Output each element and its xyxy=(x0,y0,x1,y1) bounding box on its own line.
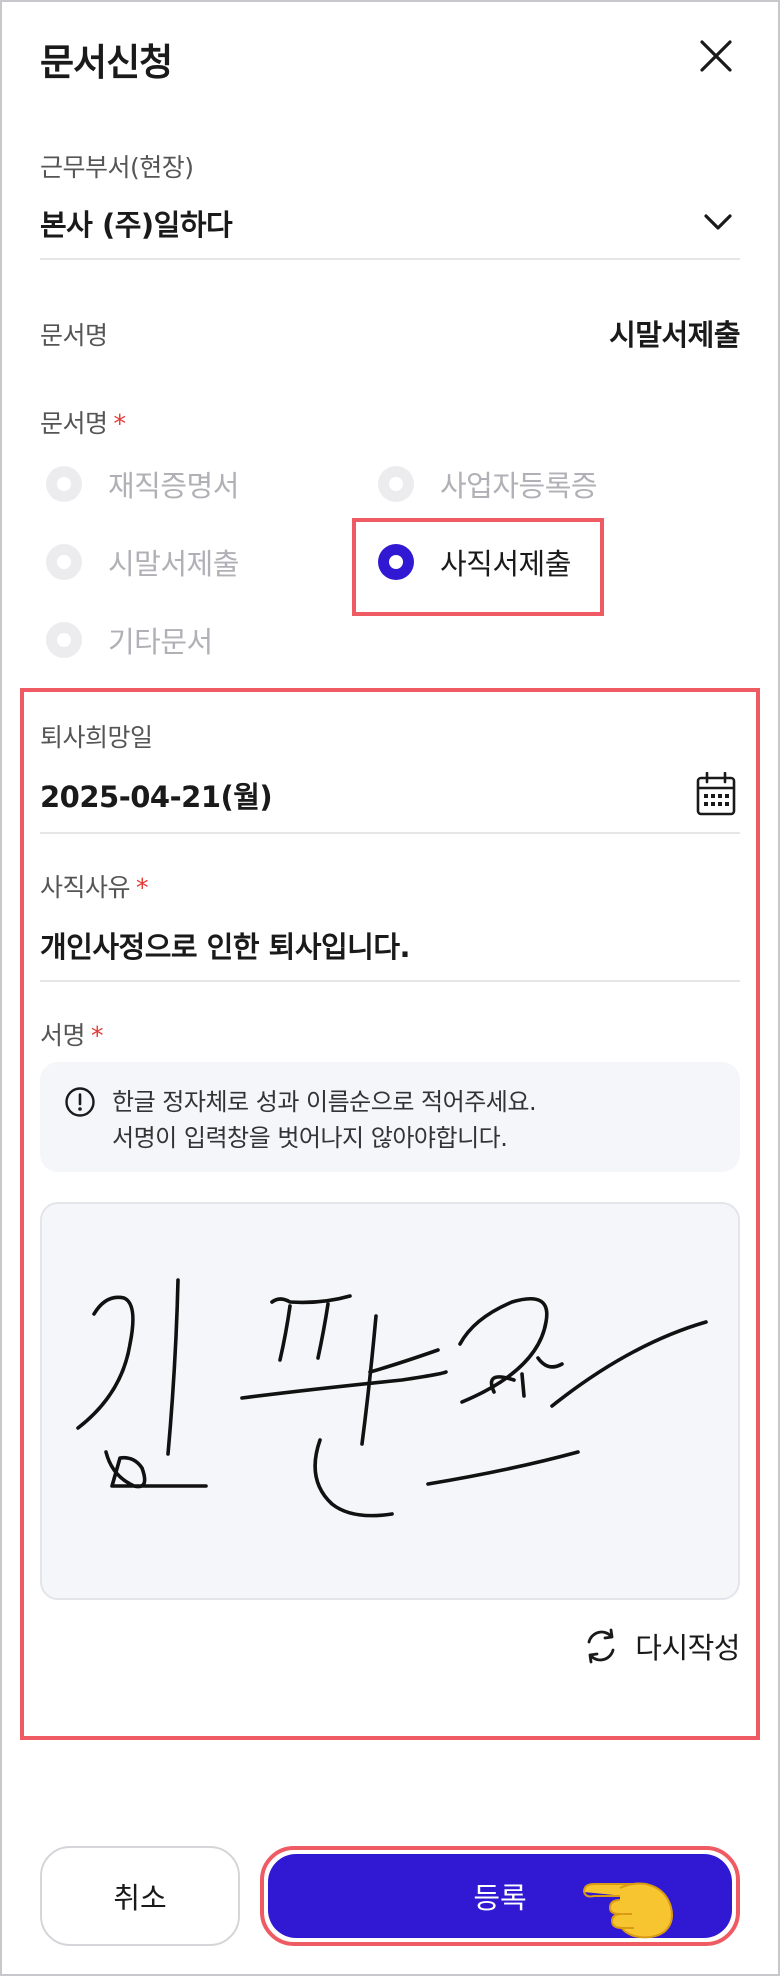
page-title: 문서신청 xyxy=(40,41,173,84)
doc-summary-label: 문서명 xyxy=(40,321,108,350)
radio-dot xyxy=(46,544,82,580)
radio-dot xyxy=(46,622,82,658)
doc-type-label: 문서명 * xyxy=(40,404,126,440)
divider xyxy=(40,258,740,260)
close-icon[interactable] xyxy=(694,34,738,78)
calendar-icon[interactable] xyxy=(696,772,736,816)
info-icon xyxy=(65,1087,95,1117)
radio-dot xyxy=(46,466,82,502)
radio-option-business-reg[interactable]: 사업자등록증 xyxy=(378,456,598,512)
required-mark: * xyxy=(91,1021,104,1050)
hint-line-2: 서명이 입력창을 벗어나지 않아야합니다. xyxy=(112,1124,508,1152)
department-value: 본사 (주)일하다 xyxy=(40,208,233,242)
resignation-date-value[interactable]: 2025-04-21(월) xyxy=(40,774,273,816)
radio-option-resignation[interactable]: 사직서제출 xyxy=(378,534,571,590)
radio-label: 재직증명서 xyxy=(108,469,239,503)
radio-dot xyxy=(378,466,414,502)
signature-label-text: 서명 xyxy=(40,1021,86,1050)
submit-highlight: 등록 xyxy=(260,1846,740,1946)
hint-line-1: 한글 정자체로 성과 이름순으로 적어주세요. xyxy=(112,1088,537,1116)
radio-label: 사업자등록증 xyxy=(440,469,598,503)
signature-drawing xyxy=(76,1278,708,1518)
radio-option-other[interactable]: 기타문서 xyxy=(46,612,213,668)
reason-input[interactable]: 개인사정으로 인한 퇴사입니다. xyxy=(40,924,411,966)
doc-type-label-text: 문서명 xyxy=(40,409,108,438)
radio-label: 시말서제출 xyxy=(108,547,239,581)
radio-option-incident-report[interactable]: 시말서제출 xyxy=(46,534,239,590)
signature-hint-box: 한글 정자체로 성과 이름순으로 적어주세요. 서명이 입력창을 벗어나지 않아… xyxy=(40,1062,740,1172)
radio-label: 기타문서 xyxy=(108,625,213,659)
radio-label: 사직서제출 xyxy=(440,547,571,581)
refresh-icon xyxy=(587,1628,615,1664)
reason-label-text: 사직사유 xyxy=(40,873,131,902)
radio-dot-selected xyxy=(378,544,414,580)
reason-label: 사직사유 * xyxy=(40,868,149,904)
pointing-hand-icon xyxy=(583,1882,673,1939)
signature-pad[interactable] xyxy=(40,1202,740,1600)
doc-summary-value: 시말서제출 xyxy=(609,318,740,352)
redo-label: 다시작성 xyxy=(635,1631,740,1665)
signature-label: 서명 * xyxy=(40,1016,104,1052)
cancel-button[interactable]: 취소 xyxy=(40,1846,240,1946)
department-select[interactable]: 본사 (주)일하다 xyxy=(40,196,740,248)
divider xyxy=(40,980,740,982)
resignation-date-label: 퇴사희망일 xyxy=(40,723,153,752)
redo-signature-button[interactable]: 다시작성 xyxy=(581,1624,740,1668)
required-mark: * xyxy=(113,409,127,438)
radio-option-employment-cert[interactable]: 재직증명서 xyxy=(46,456,239,512)
submit-label: 등록 xyxy=(473,1881,527,1915)
department-label: 근무부서(현장) xyxy=(40,153,194,182)
chevron-down-icon xyxy=(704,214,732,230)
required-mark: * xyxy=(136,873,149,902)
divider xyxy=(40,832,740,834)
